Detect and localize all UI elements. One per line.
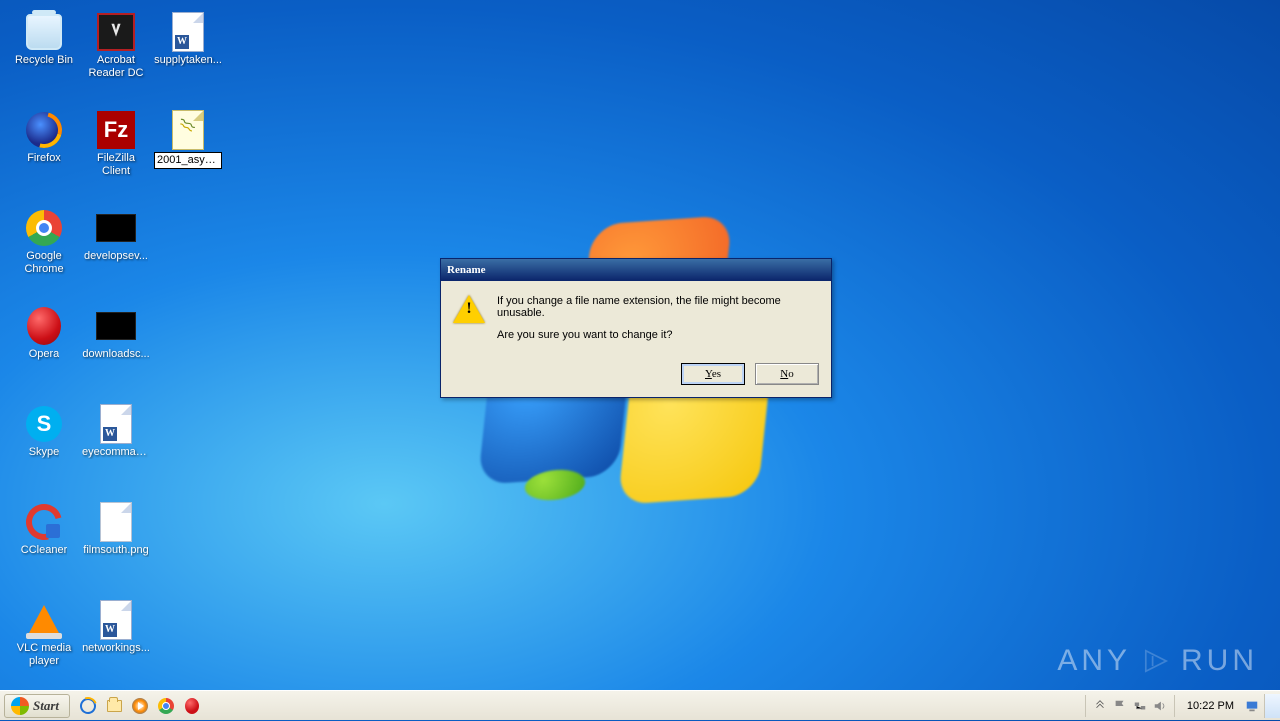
tray-network-icon[interactable]: [1130, 694, 1150, 718]
opera-icon: [185, 698, 199, 714]
icon-label: FileZilla Client: [82, 152, 150, 178]
icon-label: supplytaken...: [154, 54, 222, 67]
icon-label: CCleaner: [21, 544, 67, 557]
icon-label: eyecomman...: [82, 446, 150, 459]
icon-label: Firefox: [27, 152, 61, 165]
ccleaner-icon: [26, 504, 62, 540]
desktop-icon-chrome[interactable]: Google Chrome: [8, 204, 80, 302]
icon-label: Recycle Bin: [15, 54, 73, 67]
opera-icon: [27, 307, 61, 345]
media-player-icon: [132, 698, 148, 714]
desktop-icon-acrobat[interactable]: Acrobat Reader DC: [80, 8, 152, 106]
windows-orb-icon: [11, 697, 29, 715]
rename-edit-field[interactable]: 2001_asyura2.com.js.txt: [154, 152, 222, 169]
word-doc-icon: W: [100, 600, 132, 640]
icon-label: developsev...: [84, 250, 148, 263]
yes-button[interactable]: Yes: [681, 363, 745, 385]
icon-label: Opera: [29, 348, 60, 361]
start-button[interactable]: Start: [4, 694, 70, 718]
icon-label: downloadsc...: [82, 348, 149, 361]
acrobat-icon: [97, 13, 135, 51]
file-thumb-icon: [96, 214, 136, 242]
recycle-bin-icon: [26, 14, 62, 50]
vlc-icon: [28, 605, 60, 635]
start-label: Start: [33, 698, 59, 714]
tray-flag-icon[interactable]: [1110, 694, 1130, 718]
show-desktop-button[interactable]: [1264, 694, 1280, 718]
icon-label: Acrobat Reader DC: [82, 54, 150, 80]
quicklaunch-explorer[interactable]: [102, 694, 126, 718]
warning-icon: [453, 295, 485, 327]
firefox-icon: [26, 112, 62, 148]
desktop-icon-opera[interactable]: Opera: [8, 302, 80, 400]
taskbar: Start 10:22 PM: [0, 690, 1280, 720]
desktop-icon-vlc[interactable]: VLC media player: [8, 596, 80, 694]
desktop-icon-filezilla[interactable]: Fz FileZilla Client: [80, 106, 152, 204]
icon-label: Skype: [29, 446, 60, 459]
taskbar-clock[interactable]: 10:22 PM: [1179, 700, 1242, 712]
dialog-titlebar[interactable]: Rename: [441, 259, 831, 281]
quick-launch: [76, 694, 204, 718]
quicklaunch-chrome[interactable]: [154, 694, 178, 718]
dialog-message: If you change a file name extension, the…: [497, 295, 819, 351]
chrome-icon: [26, 210, 62, 246]
icon-label: VLC media player: [10, 642, 78, 668]
word-doc-icon: W: [172, 12, 204, 52]
no-button[interactable]: No: [755, 363, 819, 385]
explorer-icon: [107, 700, 122, 712]
desktop-icon-networkings[interactable]: W networkings...: [80, 596, 152, 694]
script-file-icon: [172, 110, 204, 150]
file-thumb-icon: [96, 312, 136, 340]
desktop-icon-filmsouth[interactable]: filmsouth.png: [80, 498, 152, 596]
image-file-icon: [100, 502, 132, 542]
quicklaunch-media-player[interactable]: [128, 694, 152, 718]
tray-monitor-icon[interactable]: [1242, 694, 1262, 718]
desktop-icon-ccleaner[interactable]: CCleaner: [8, 498, 80, 596]
ie-icon: [78, 696, 98, 716]
desktop-icon-downloadsc[interactable]: downloadsc...: [80, 302, 152, 400]
filezilla-icon: Fz: [97, 111, 135, 149]
skype-icon: S: [26, 406, 62, 442]
desktop-icon-eyecomman[interactable]: W eyecomman...: [80, 400, 152, 498]
chrome-icon: [158, 698, 174, 714]
desktop-icon-recycle-bin[interactable]: Recycle Bin: [8, 8, 80, 106]
desktop-icon-supplytaken[interactable]: W supplytaken...: [152, 8, 224, 106]
icon-label: filmsouth.png: [83, 544, 148, 557]
quicklaunch-opera[interactable]: [180, 694, 204, 718]
rename-dialog: Rename If you change a file name extensi…: [440, 258, 832, 398]
tray-overflow-button[interactable]: [1090, 694, 1110, 718]
desktop-icon-skype[interactable]: S Skype: [8, 400, 80, 498]
icon-label: Google Chrome: [10, 250, 78, 276]
desktop-icon-developsev[interactable]: developsev...: [80, 204, 152, 302]
icon-label: networkings...: [82, 642, 150, 655]
desktop-icon-rename-target[interactable]: 2001_asyura2.com.js.txt: [152, 106, 224, 204]
tray-volume-icon[interactable]: [1150, 694, 1170, 718]
word-doc-icon: W: [100, 404, 132, 444]
system-tray: 10:22 PM: [1081, 691, 1280, 720]
quicklaunch-ie[interactable]: [76, 694, 100, 718]
desktop-icon-firefox[interactable]: Firefox: [8, 106, 80, 204]
